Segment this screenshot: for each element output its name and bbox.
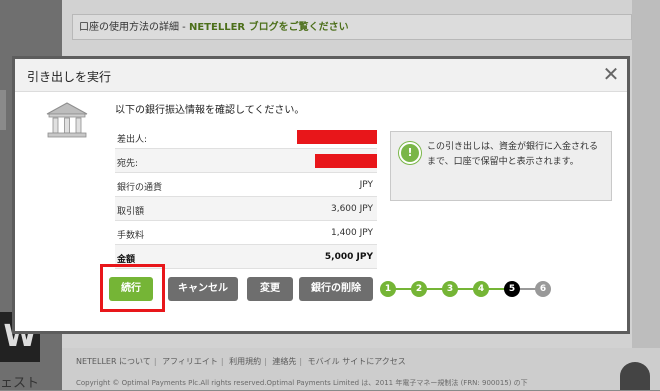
copyright-text: Copyright © Optimal Payments Plc.All rig… xyxy=(76,379,528,387)
bank-icon xyxy=(45,101,89,145)
sender-redacted xyxy=(297,130,377,144)
footer-link-mobile[interactable]: モバイル サイトにアクセス xyxy=(308,357,406,366)
confirm-instructions: 以下の銀行振込情報を確認してください。 xyxy=(115,105,305,116)
transaction-amount-label: 取引額 xyxy=(117,207,145,217)
cancel-button[interactable]: キャンセル xyxy=(168,277,238,301)
trust-badge xyxy=(620,362,650,390)
step-1: 1 xyxy=(380,281,396,297)
step-6: 6 xyxy=(535,281,551,297)
total-value: 5,000 JPY xyxy=(324,252,373,262)
row-fee: 手数料 1,400 JPY xyxy=(115,221,377,245)
currency-value: JPY xyxy=(359,180,373,190)
sender-label: 差出人: xyxy=(117,135,148,145)
modal-title: 引き出しを実行 xyxy=(27,70,112,84)
info-bar-text: 口座の使用方法の詳細 - xyxy=(79,22,189,33)
modal-header: 引き出しを実行 ✕ xyxy=(15,59,627,92)
row-currency: 銀行の通貨 JPY xyxy=(115,173,377,197)
footer-link-affiliate[interactable]: アフィリエイト xyxy=(162,357,218,366)
transaction-amount-value: 3,600 JPY xyxy=(330,204,373,214)
footer-link-terms[interactable]: 利用規約 xyxy=(229,357,261,366)
close-icon[interactable]: ✕ xyxy=(601,63,621,85)
fee-value: 1,400 JPY xyxy=(330,228,373,238)
footer-link-about[interactable]: NETELLER について xyxy=(76,357,151,366)
left-edge-tab xyxy=(0,90,6,130)
exclamation-icon: ! xyxy=(399,142,421,164)
step-5-current: 5 xyxy=(504,281,520,297)
step-2: 2 xyxy=(411,281,427,297)
change-button[interactable]: 変更 xyxy=(247,277,293,301)
blog-link[interactable]: NETELLER ブログをご覧ください xyxy=(189,22,349,33)
row-sender: 差出人: xyxy=(115,125,377,149)
left-small-text: ェスト xyxy=(0,376,40,391)
pending-notice-text: この引き出しは、資金が銀行に入金されるまで、口座で保留中と表示されます。 xyxy=(427,142,599,167)
info-bar: 口座の使用方法の詳細 - NETELLER ブログをご覧ください xyxy=(72,14,632,40)
row-recipient: 宛先: xyxy=(115,149,377,173)
recipient-label: 宛先: xyxy=(117,159,139,169)
right-strip xyxy=(632,0,660,390)
delete-bank-button[interactable]: 銀行の削除 xyxy=(299,277,373,301)
row-transaction-amount: 取引額 3,600 JPY xyxy=(115,197,377,221)
currency-label: 銀行の通貨 xyxy=(117,183,163,193)
step-3: 3 xyxy=(442,281,458,297)
progress-steps: 1 2 3 4 5 6 xyxy=(380,281,552,297)
continue-highlight-box xyxy=(100,264,165,312)
step-4: 4 xyxy=(473,281,489,297)
pending-notice: ! この引き出しは、資金が銀行に入金されるまで、口座で保留中と表示されます。 xyxy=(390,131,612,201)
footer-link-contact[interactable]: 連絡先 xyxy=(272,357,296,366)
transfer-details-table: 差出人: 宛先: 銀行の通貨 JPY 取引額 3,600 JPY 手数料 1,4… xyxy=(115,125,377,269)
footer-links: NETELLER について | アフィリエイト | 利用規約 | 連絡先 | モバイル … xyxy=(76,357,406,366)
fee-label: 手数料 xyxy=(117,231,145,241)
withdrawal-modal: 引き出しを実行 ✕ 以下の銀行振込情報を確認してください。 差出人: 宛先: 銀… xyxy=(12,56,630,334)
recipient-redacted xyxy=(315,154,377,168)
